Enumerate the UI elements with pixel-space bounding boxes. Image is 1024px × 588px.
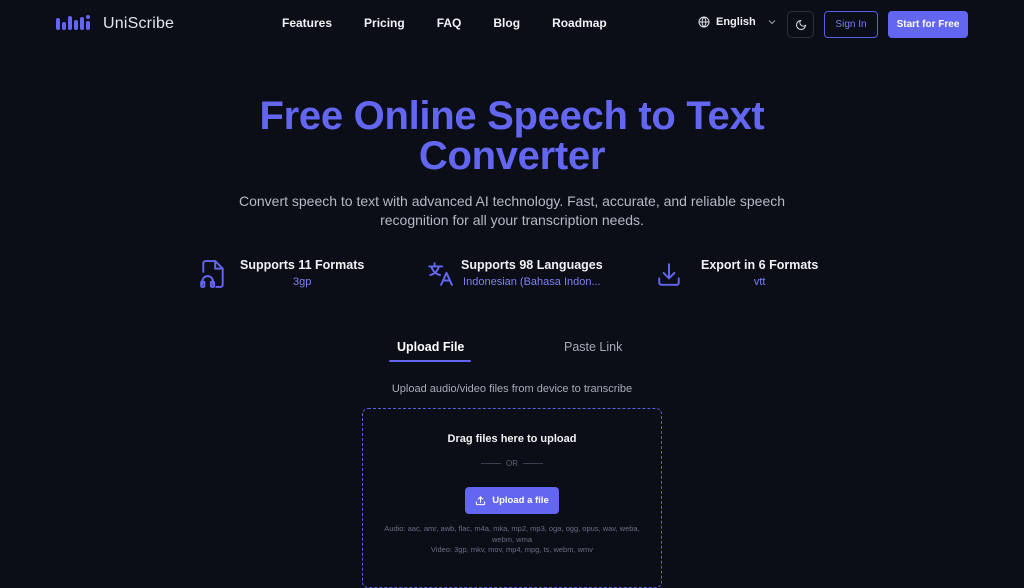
hero-subtitle: Convert speech to text with advanced AI …	[238, 193, 786, 228]
nav-link-pricing[interactable]: Pricing	[364, 16, 405, 30]
nav-link-roadmap[interactable]: Roadmap	[552, 16, 607, 30]
nav-link-blog[interactable]: Blog	[493, 16, 520, 30]
start-for-free-button[interactable]: Start for Free	[888, 11, 968, 38]
theme-toggle-button[interactable]	[787, 11, 814, 38]
upload-description: Upload audio/video files from device to …	[391, 383, 633, 395]
audio-formats: Audio: aac, amr, awb, flac, m4a, mka, mp…	[384, 524, 640, 544]
upload-file-button[interactable]: Upload a file	[465, 487, 559, 514]
tab-paste-link[interactable]: Paste Link	[564, 340, 622, 354]
chevron-down-icon	[768, 20, 776, 25]
translate-icon	[428, 262, 453, 286]
nav-link-features[interactable]: Features	[282, 16, 332, 30]
feature-formats: Supports 11 Formats 3gp	[200, 258, 364, 288]
feature-export-value: vtt	[753, 276, 766, 288]
upload-icon	[476, 496, 486, 506]
supported-formats: Audio: aac, amr, awb, flac, m4a, mka, mp…	[383, 524, 641, 556]
sign-in-button[interactable]: Sign In	[824, 11, 878, 38]
video-formats: Video: 3gp, mkv, mov, mp4, mpg, ts, webm…	[430, 545, 594, 554]
download-icon	[658, 263, 680, 286]
page-title: Free Online Speech to Text Converter	[259, 94, 765, 178]
moon-icon	[795, 19, 806, 30]
nav-link-faq[interactable]: FAQ	[437, 16, 462, 30]
feature-export-title: Export in 6 Formats	[701, 258, 819, 272]
nav-links: Features Pricing FAQ Blog Roadmap	[282, 16, 639, 30]
feature-formats-title: Supports 11 Formats	[240, 258, 365, 272]
globe-icon	[698, 16, 710, 28]
brand-logo[interactable]: UniScribe	[56, 14, 174, 34]
or-divider: OR	[363, 459, 661, 468]
upload-button-label: Upload a file	[492, 495, 549, 506]
feature-languages: Supports 98 Languages Indonesian (Bahasa…	[427, 258, 603, 288]
upload-tabs: Upload File Paste Link	[389, 340, 637, 364]
or-label: OR	[506, 459, 518, 468]
feature-languages-value: Indonesian (Bahasa Indon...	[463, 276, 601, 288]
file-dropzone[interactable]: Drag files here to upload OR Upload a fi…	[362, 408, 662, 588]
language-selector[interactable]: English	[698, 16, 778, 28]
tab-upload-file[interactable]: Upload File	[397, 340, 464, 354]
dropzone-title: Drag files here to upload	[447, 433, 577, 445]
uniscribe-logo-icon	[56, 15, 90, 30]
file-audio-icon	[200, 260, 224, 288]
feature-formats-value: 3gp	[292, 276, 312, 288]
top-navbar: UniScribe Features Pricing FAQ Blog Road…	[0, 0, 1024, 48]
feature-languages-title: Supports 98 Languages	[461, 258, 603, 272]
feature-export: Export in 6 Formats vtt	[656, 258, 818, 288]
language-label: English	[716, 16, 756, 28]
active-tab-indicator	[389, 360, 471, 362]
brand-name: UniScribe	[103, 15, 175, 32]
